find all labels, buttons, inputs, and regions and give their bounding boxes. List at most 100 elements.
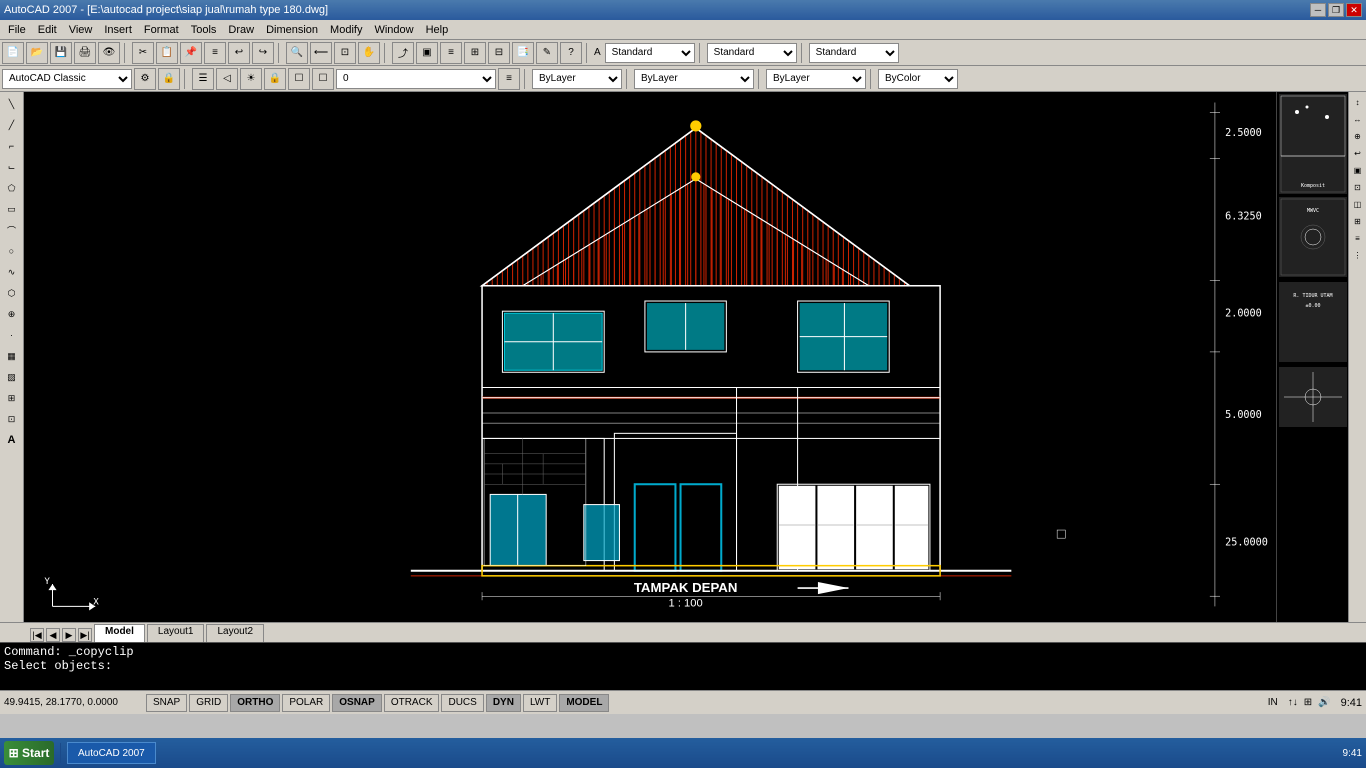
save-button[interactable]: 💾 <box>50 42 72 64</box>
3d-button[interactable]: ▣ <box>416 42 438 64</box>
layer-states[interactable]: ☰ <box>192 68 214 90</box>
menu-help[interactable]: Help <box>420 23 455 37</box>
minimize-button[interactable]: ─ <box>1310 3 1326 17</box>
matchprop-button[interactable]: ≡ <box>204 42 226 64</box>
layer-toggle4[interactable]: ☐ <box>312 68 334 90</box>
zoom-win[interactable]: ⊡ <box>334 42 356 64</box>
tab-layout2[interactable]: Layout2 <box>206 624 264 642</box>
properties-button[interactable]: ≡ <box>440 42 462 64</box>
snap-button[interactable]: SNAP <box>146 694 187 712</box>
start-button[interactable]: ⊞ Start <box>4 741 54 765</box>
menu-draw[interactable]: Draw <box>222 23 260 37</box>
markup[interactable]: ✎ <box>536 42 558 64</box>
right-tool-3[interactable]: ⊕ <box>1350 128 1366 144</box>
close-button[interactable]: ✕ <box>1346 3 1362 17</box>
right-tool-1[interactable]: ↕ <box>1350 94 1366 110</box>
plotstyle-combo[interactable]: ByColor <box>878 69 958 89</box>
layer-combo[interactable]: 0 <box>336 69 496 89</box>
workspace-settings[interactable]: ⚙ <box>134 68 156 90</box>
region-tool[interactable]: ⊞ <box>2 388 22 408</box>
lwt-button[interactable]: LWT <box>523 694 557 712</box>
menu-dimension[interactable]: Dimension <box>260 23 324 37</box>
arc-tool[interactable]: ⌒ <box>2 220 22 240</box>
paste-button[interactable]: 📌 <box>180 42 202 64</box>
plot-button[interactable]: 🖨 <box>74 42 96 64</box>
design-center[interactable]: ⊞ <box>464 42 486 64</box>
canvas-area[interactable]: 2.5000 6.3250 2.0000 5.0000 25.0000 <box>24 92 1276 622</box>
right-tool-8[interactable]: ⊞ <box>1350 213 1366 229</box>
publish-button[interactable]: ⤴ <box>392 42 414 64</box>
layer-manager[interactable]: ≡ <box>498 68 520 90</box>
plot-style-combo[interactable]: Standard <box>809 43 899 63</box>
point-tool[interactable]: · <box>2 325 22 345</box>
new-button[interactable]: 📄 <box>2 42 24 64</box>
menu-modify[interactable]: Modify <box>324 23 368 37</box>
spline-tool[interactable]: ∿ <box>2 262 22 282</box>
insert-block[interactable]: ⊕ <box>2 304 22 324</box>
zoom-prev[interactable]: ⟵ <box>310 42 332 64</box>
tab-nav-last[interactable]: ▶| <box>78 628 92 642</box>
grid-button[interactable]: GRID <box>189 694 228 712</box>
menu-insert[interactable]: Insert <box>98 23 138 37</box>
ducs-button[interactable]: DUCS <box>441 694 483 712</box>
redo-button[interactable]: ↪ <box>252 42 274 64</box>
model-button[interactable]: MODEL <box>559 694 609 712</box>
right-tool-5[interactable]: ▣ <box>1350 162 1366 178</box>
text-style-combo[interactable]: Standard <box>605 43 695 63</box>
undo-button[interactable]: ↩ <box>228 42 250 64</box>
tab-nav-prev[interactable]: ◀ <box>46 628 60 642</box>
rect-tool[interactable]: ▭ <box>2 199 22 219</box>
color-combo[interactable]: ByLayer <box>532 69 622 89</box>
line-tool[interactable]: ╱ <box>2 115 22 135</box>
gradient-tool[interactable]: ▨ <box>2 367 22 387</box>
layer-toggle2[interactable]: 🔒 <box>264 68 286 90</box>
tab-nav-first[interactable]: |◀ <box>30 628 44 642</box>
open-button[interactable]: 📂 <box>26 42 48 64</box>
cut-button[interactable]: ✂ <box>132 42 154 64</box>
polyline-tool[interactable]: ⌐ <box>2 136 22 156</box>
restore-button[interactable]: ❐ <box>1328 3 1344 17</box>
copy-button[interactable]: 📋 <box>156 42 178 64</box>
sheetset[interactable]: 📑 <box>512 42 534 64</box>
layer-toggle3[interactable]: ☐ <box>288 68 310 90</box>
pan-button[interactable]: ✋ <box>358 42 380 64</box>
menu-file[interactable]: File <box>2 23 32 37</box>
select-tool[interactable]: ╲ <box>2 94 22 114</box>
osnap-button[interactable]: OSNAP <box>332 694 382 712</box>
dim-style-combo[interactable]: Standard <box>707 43 797 63</box>
right-tool-2[interactable]: ↔ <box>1350 111 1366 127</box>
right-tool-6[interactable]: ⊡ <box>1350 179 1366 195</box>
help-button[interactable]: ? <box>560 42 582 64</box>
menu-edit[interactable]: Edit <box>32 23 63 37</box>
linetype-combo[interactable]: ByLayer <box>634 69 754 89</box>
ellipse-tool[interactable]: ⬡ <box>2 283 22 303</box>
menu-format[interactable]: Format <box>138 23 185 37</box>
dyn-button[interactable]: DYN <box>486 694 521 712</box>
ortho-button[interactable]: ORTHO <box>230 694 280 712</box>
tab-model[interactable]: Model <box>94 624 145 642</box>
command-input[interactable] <box>4 673 1362 687</box>
polar-button[interactable]: POLAR <box>282 694 330 712</box>
mtext-tool[interactable]: A <box>2 430 22 450</box>
table-tool[interactable]: ⊡ <box>2 409 22 429</box>
tab-nav-next[interactable]: ▶ <box>62 628 76 642</box>
menu-tools[interactable]: Tools <box>185 23 223 37</box>
toolpalettes[interactable]: ⊟ <box>488 42 510 64</box>
layer-toggle1[interactable]: ☀ <box>240 68 262 90</box>
otrack-button[interactable]: OTRACK <box>384 694 440 712</box>
right-tool-7[interactable]: ◫ <box>1350 196 1366 212</box>
3dpolyline-tool[interactable]: ⌙ <box>2 157 22 177</box>
menu-window[interactable]: Window <box>368 23 419 37</box>
right-tool-4[interactable]: ↩ <box>1350 145 1366 161</box>
right-tool-9[interactable]: ≡ <box>1350 230 1366 246</box>
polygon-tool[interactable]: ⬠ <box>2 178 22 198</box>
taskbar-autocad[interactable]: AutoCAD 2007 <box>67 742 156 764</box>
hatch-tool[interactable]: ▦ <box>2 346 22 366</box>
workspace-combo[interactable]: AutoCAD Classic <box>2 69 132 89</box>
tab-layout1[interactable]: Layout1 <box>147 624 205 642</box>
preview-button[interactable]: 👁 <box>98 42 120 64</box>
layer-prev[interactable]: ◁ <box>216 68 238 90</box>
menu-view[interactable]: View <box>63 23 99 37</box>
zoom-realtime[interactable]: 🔍 <box>286 42 308 64</box>
right-tool-10[interactable]: ⋮ <box>1350 247 1366 263</box>
